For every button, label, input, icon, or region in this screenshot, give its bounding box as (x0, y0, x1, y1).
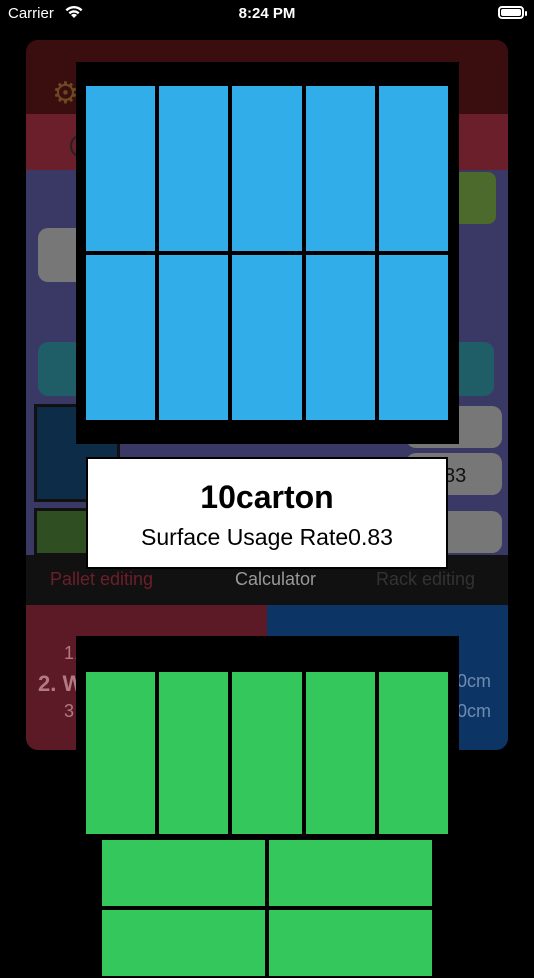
carton-box (376, 84, 450, 253)
green-carton-grid-bottom (100, 838, 434, 978)
carton-box (303, 84, 377, 253)
rack-layout-preview (76, 636, 459, 978)
clock: 8:24 PM (238, 5, 296, 22)
carton-box (157, 670, 231, 836)
carton-box (100, 838, 267, 908)
green-carton-grid-top (84, 670, 450, 836)
battery-icon (498, 6, 527, 19)
list-item: 0cm (457, 701, 492, 721)
list-item: 3 (64, 701, 75, 721)
status-bar: Carrier 8:24 PM (0, 0, 534, 28)
carton-box (303, 253, 377, 422)
carton-box (267, 838, 434, 908)
list-item: 0cm (457, 671, 492, 691)
result-card: 10carton Surface Usage Rate0.83 (86, 457, 448, 569)
blue-carton-grid (84, 84, 450, 422)
gear-icon[interactable]: ⚙ (52, 76, 79, 111)
carton-box (84, 670, 158, 836)
carton-box (230, 670, 304, 836)
surface-usage-rate: Surface Usage Rate0.83 (141, 524, 393, 550)
carton-box (376, 670, 450, 836)
carton-box (303, 670, 377, 836)
tab-calculator[interactable]: Calculator (235, 569, 316, 590)
carton-box (157, 84, 231, 253)
carton-box (267, 908, 434, 978)
tab-rack-editing[interactable]: Rack editing (376, 569, 475, 590)
carton-box (230, 84, 304, 253)
carton-box (157, 253, 231, 422)
carton-box (84, 253, 158, 422)
carton-box (100, 908, 267, 978)
pallet-layout-preview (76, 62, 459, 444)
carton-box (376, 253, 450, 422)
tab-pallet-editing[interactable]: Pallet editing (50, 569, 153, 590)
carton-box (84, 84, 158, 253)
carton-count: 10carton (200, 479, 334, 515)
carton-box (230, 253, 304, 422)
